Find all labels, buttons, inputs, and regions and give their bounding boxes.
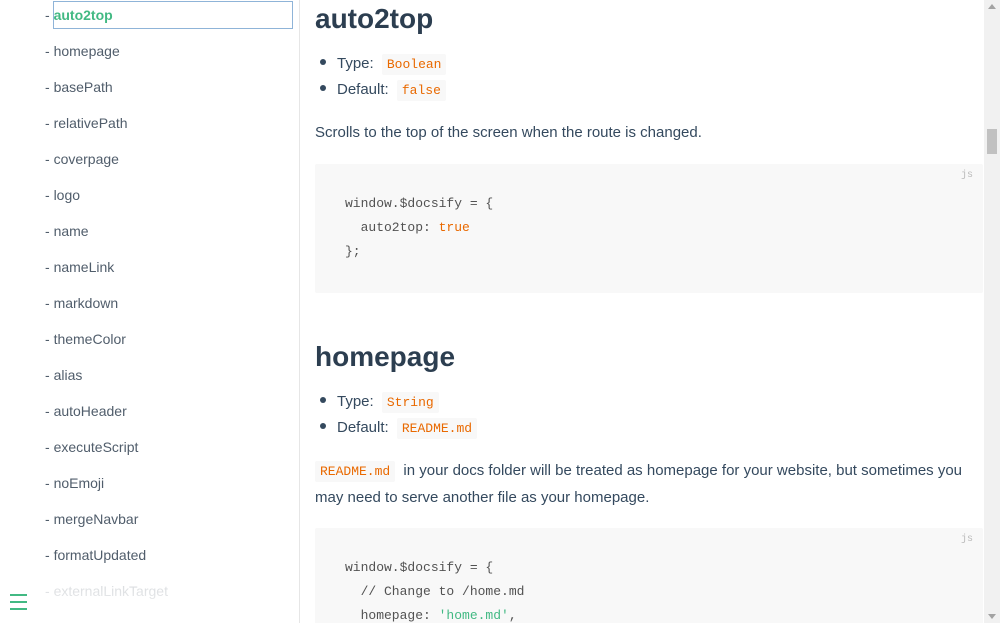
bullet-dash: - [45,439,50,455]
scrollbar-thumb[interactable] [987,129,997,154]
sidebar-item-label: formatUpdated [53,547,147,563]
sidebar-item-basepath[interactable]: - basePath [45,77,113,97]
code-token: homepage: [345,608,439,623]
bullet-dash: - [45,511,50,527]
code-token: auto2top: [345,220,439,235]
code-line: window.$docsify = { [345,196,494,211]
sidebar-item-label: autoHeader [53,403,127,419]
default-value: README.md [396,418,478,439]
inline-code: README.md [315,461,396,482]
sidebar-item-logo[interactable]: - logo [45,185,80,205]
code-line: homepage: 'home.md', [345,606,517,623]
sidebar-item-label: logo [53,187,81,203]
code-language-label: js [960,170,973,181]
bullet-dash: - [45,7,50,23]
bullet-dash: - [45,475,50,491]
sidebar-item-label: markdown [53,295,119,311]
code-token: true [438,220,470,235]
sidebar-item-mergenavbar[interactable]: - mergeNavbar [45,509,138,529]
sidebar-item-homepage[interactable]: - homepage [45,41,120,61]
type-value: String [381,392,439,413]
scroll-down-arrow-icon[interactable] [988,614,996,619]
sidebar-item-label: name [53,223,89,239]
scroll-up-arrow-icon[interactable] [988,4,996,9]
sidebar-item-name[interactable]: - name [45,221,89,241]
menu-icon[interactable] [10,594,27,610]
bullet-dash: - [45,547,50,563]
sidebar-item-markdown[interactable]: - markdown [45,293,118,313]
sidebar-item-label: basePath [53,79,113,95]
sidebar-item-label: executeScript [53,439,139,455]
code-token: , [508,608,517,623]
sidebar-item-alias[interactable]: - alias [45,365,82,385]
sidebar-fade [0,563,299,623]
bullet-dot [320,85,326,92]
scrollbar[interactable] [984,0,1000,623]
type-value: Boolean [381,54,447,75]
sidebar-item-label: relativePath [53,115,128,131]
code-line: window.$docsify = { [345,560,494,575]
section-description: Scrolls to the top of the screen when th… [315,124,702,141]
sidebar-item-autoheader[interactable]: - autoHeader [45,401,127,421]
type-label: Type: [337,55,374,72]
sidebar-item-executescript[interactable]: - executeScript [45,437,138,457]
sidebar-item-themecolor[interactable]: - themeColor [45,329,126,349]
section-title-homepage: homepage [315,341,456,372]
bullet-dash: - [45,259,50,275]
bullet-dot [320,397,326,404]
bullet-dash: - [45,151,50,167]
default-label: Default: [337,419,389,436]
sidebar-item-relativepath[interactable]: - relativePath [45,113,128,133]
code-block: js window.$docsify = { auto2top: true }; [315,164,983,293]
type-row: Type: String [320,390,439,414]
sidebar-item-namelink[interactable]: - nameLink [45,257,114,277]
default-row: Default: false [320,78,446,102]
default-value: false [396,80,446,101]
sidebar-item-label: auto2top [53,7,113,23]
sidebar-item-label: mergeNavbar [53,511,139,527]
section-description: README.md in your docs folder will be tr… [315,458,980,511]
code-line: // Change to /home.md [345,584,525,599]
bullet-dash: - [45,115,50,131]
bullet-dash: - [45,367,50,383]
bullet-dash: - [45,403,50,419]
sidebar-item-label: alias [53,367,83,383]
bullet-dash: - [45,331,50,347]
default-label: Default: [337,81,389,98]
bullet-dash: - [45,79,50,95]
sidebar-item-label: coverpage [53,151,119,167]
default-row: Default: README.md [320,416,478,440]
type-row: Type: Boolean [320,52,447,76]
description-text: in your docs folder will be treated as h… [315,462,963,506]
section-title-auto2top: auto2top [315,3,434,34]
sidebar-item-formatupdated[interactable]: - formatUpdated [45,545,146,565]
bullet-dash: - [45,223,50,239]
main-content: auto2top Type: Boolean Default: false Sc… [300,0,984,623]
sidebar-item-noemoji[interactable]: - noEmoji [45,473,104,493]
sidebar-item-label: noEmoji [53,475,105,491]
bullet-dash: - [45,187,50,203]
bullet-dash: - [45,43,50,59]
bullet-dot [320,423,326,430]
type-label: Type: [337,393,374,410]
code-language-label: js [960,534,973,545]
sidebar: - auto2top - homepage - basePath - relat… [0,0,300,623]
sidebar-item-coverpage[interactable]: - coverpage [45,149,119,169]
sidebar-item-label: nameLink [53,259,115,275]
code-line: auto2top: true [345,218,470,238]
bullet-dash: - [45,295,50,311]
code-line: }; [345,244,361,259]
sidebar-item-label: homepage [53,43,120,59]
sidebar-item-auto2top[interactable]: - auto2top [45,5,113,25]
code-block: js window.$docsify = { // Change to /hom… [315,528,983,623]
sidebar-item-label: themeColor [53,331,126,347]
code-token: 'home.md' [438,608,509,623]
bullet-dot [320,59,326,66]
